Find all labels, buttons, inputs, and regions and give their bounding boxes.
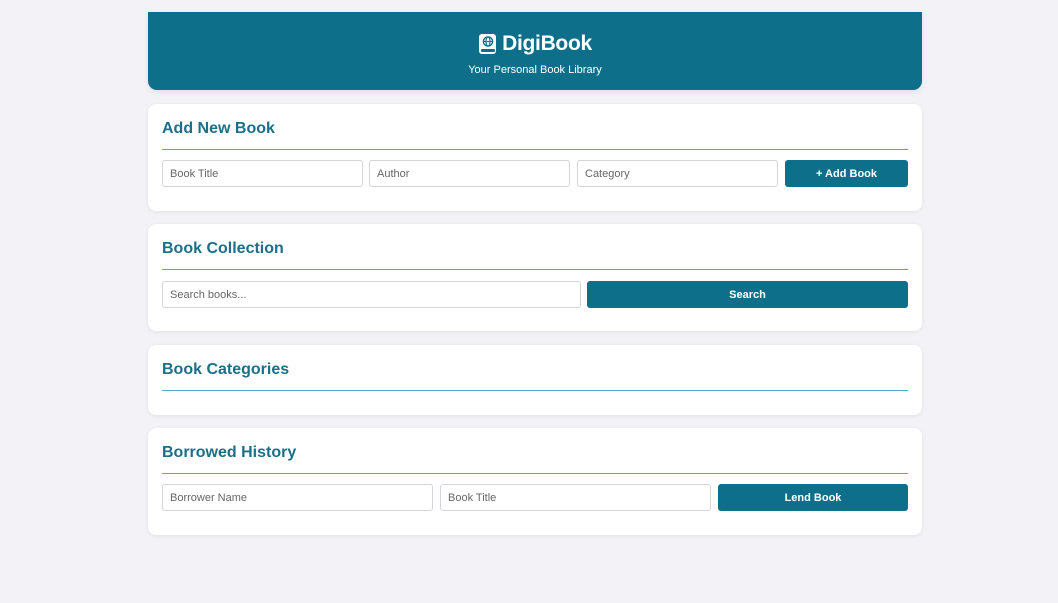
book-title-input[interactable] [162, 160, 363, 187]
section-divider [162, 390, 908, 391]
search-button[interactable]: Search [587, 281, 908, 308]
add-book-button[interactable]: + Add Book [785, 160, 908, 187]
book-categories-title: Book Categories [162, 361, 290, 378]
book-categories-card: Book Categories [148, 345, 922, 415]
lend-book-button[interactable]: Lend Book [718, 484, 908, 511]
tagline: Your Personal Book Library [468, 64, 602, 76]
author-input[interactable] [369, 160, 570, 187]
add-book-card: Add New Book + Add Book [148, 104, 922, 211]
borrowed-history-card: Borrowed History Lend Book [148, 428, 922, 535]
brand-name: DigiBook [502, 32, 592, 55]
borrowed-history-title: Borrowed History [162, 444, 297, 461]
section-divider [162, 269, 908, 270]
section-divider [162, 149, 908, 150]
book-globe-icon [478, 33, 498, 55]
app-header: DigiBook Your Personal Book Library [148, 12, 922, 90]
add-book-title: Add New Book [162, 120, 275, 137]
borrower-name-input[interactable] [162, 484, 433, 511]
search-input[interactable] [162, 281, 581, 308]
book-collection-card: Book Collection Search [148, 224, 922, 331]
borrow-book-title-input[interactable] [440, 484, 711, 511]
category-input[interactable] [577, 160, 778, 187]
brand: DigiBook [148, 32, 922, 56]
book-collection-title: Book Collection [162, 240, 284, 257]
section-divider [162, 473, 908, 474]
